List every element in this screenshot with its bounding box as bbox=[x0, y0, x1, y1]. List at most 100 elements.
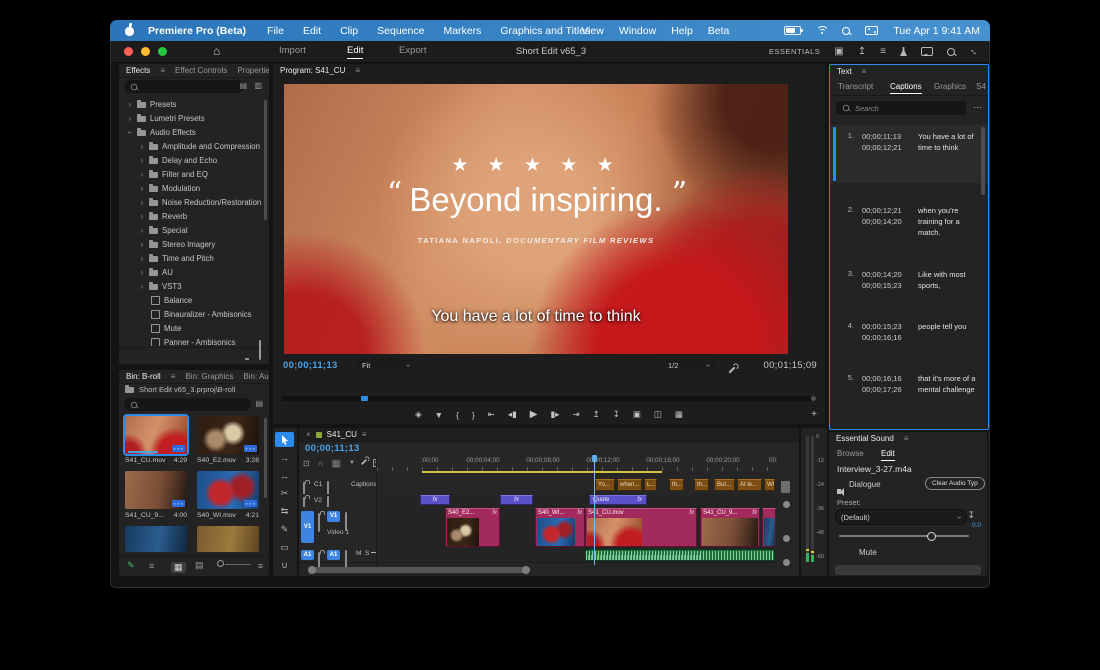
tree-item-panner-ambisonics[interactable]: Panner - Ambisonics bbox=[119, 336, 269, 346]
timeline-h-scrollbar[interactable] bbox=[309, 567, 529, 573]
go-to-in-icon[interactable]: ⇤ bbox=[488, 409, 495, 420]
play-icon[interactable]: ▶ bbox=[530, 409, 538, 420]
tree-item-balance[interactable]: Balance bbox=[119, 294, 269, 307]
menubar-clock[interactable]: Tue Apr 1 9:41 AM bbox=[893, 25, 980, 37]
button-editor-icon[interactable]: + bbox=[811, 409, 817, 420]
caption-clip[interactable]: But... bbox=[714, 479, 735, 491]
track-resize-handle[interactable] bbox=[783, 535, 790, 542]
tree-item-delay-echo[interactable]: ›Delay and Echo bbox=[119, 154, 269, 167]
track-v1[interactable]: S40_E2...fx S40_WI...fx S41_CU.movfx S41… bbox=[377, 507, 777, 549]
selection-tool[interactable] bbox=[275, 432, 294, 447]
menu-graphics-titles[interactable]: Graphics and Titles bbox=[500, 25, 590, 37]
thumbnail-view-icon[interactable]: ▦ bbox=[171, 562, 186, 573]
bin-item-s41-cu[interactable]: ▪ ▪ ▪ bbox=[125, 416, 187, 454]
caption-text[interactable]: when you’re training for a match. bbox=[918, 205, 976, 238]
solo-track-button[interactable]: S bbox=[365, 550, 369, 557]
control-center-icon[interactable] bbox=[865, 26, 878, 35]
scrollbar-handle-left[interactable] bbox=[308, 566, 316, 574]
step-back-icon[interactable]: ◂▮ bbox=[508, 409, 517, 420]
graphic-clip[interactable]: fx bbox=[500, 495, 533, 505]
caption-text[interactable]: Like with most sports, bbox=[918, 269, 976, 291]
delete-icon[interactable] bbox=[259, 342, 261, 360]
bin-scrollbar[interactable] bbox=[264, 418, 267, 498]
clip-name[interactable]: S40_WI.mov bbox=[197, 512, 236, 519]
new-search-bin-icon[interactable]: ▤ bbox=[255, 399, 263, 408]
tree-item-audio-effects[interactable]: ›Audio Effects bbox=[119, 126, 269, 139]
slip-tool[interactable]: ⇆ bbox=[275, 504, 294, 519]
home-icon[interactable]: ⌂ bbox=[213, 44, 220, 58]
video-clip-s41-cu-9[interactable]: S41_CU_9...fx bbox=[700, 508, 760, 547]
tab-browse[interactable]: Browse bbox=[837, 449, 864, 458]
panel-menu-icon[interactable]: ≡ bbox=[355, 66, 360, 75]
caption-row-1[interactable]: 1. 00;00;11;1300;00;12;21 You have a lot… bbox=[830, 125, 988, 183]
caption-row-2[interactable]: 2. 00;00;12;2100;00;14;20 when you’re tr… bbox=[830, 201, 988, 253]
tab-transcript[interactable]: Transcript bbox=[838, 82, 873, 91]
timeline-clip-area[interactable]: ;00;00 00;00;04;00 00;00;08;00 00;00;12;… bbox=[376, 455, 777, 565]
zoom-slider[interactable] bbox=[225, 564, 251, 566]
timeline-settings-icon[interactable] bbox=[363, 458, 365, 468]
menu-view[interactable]: View bbox=[581, 25, 604, 37]
tab-bin-broll[interactable]: Bin: B-roll bbox=[126, 372, 161, 381]
tab-sequence[interactable]: S41_CU bbox=[327, 430, 357, 439]
track-v2[interactable]: fx fx Quotefx bbox=[377, 494, 777, 508]
menu-sequence[interactable]: Sequence bbox=[377, 25, 424, 37]
spotlight-search-icon[interactable] bbox=[842, 27, 850, 35]
caption-timecodes[interactable]: 00;00;14;2000;00;15;23 bbox=[862, 269, 902, 291]
workspaces-icon[interactable]: ≡ bbox=[880, 47, 886, 57]
tree-item-stereo-imagery[interactable]: ›Stereo Imagery bbox=[119, 238, 269, 251]
menu-window[interactable]: Window bbox=[619, 25, 656, 37]
track-select-forward-tool[interactable]: → bbox=[275, 450, 294, 465]
captions-scrollbar[interactable] bbox=[981, 127, 985, 195]
caption-clip[interactable]: At le... bbox=[737, 479, 762, 491]
save-preset-icon[interactable]: ↧ bbox=[967, 510, 975, 521]
caption-clip[interactable]: when... bbox=[617, 479, 642, 491]
workspace-label[interactable]: ESSENTIALS bbox=[769, 47, 820, 56]
tab-edit[interactable]: Edit bbox=[347, 45, 363, 59]
playhead-line[interactable] bbox=[594, 455, 595, 565]
tree-item-filter-eq[interactable]: ›Filter and EQ bbox=[119, 168, 269, 181]
tree-item-reverb[interactable]: ›Reverb bbox=[119, 210, 269, 223]
fullscreen-icon[interactable]: ↔ bbox=[967, 44, 982, 59]
tab-program[interactable]: Program: S41_CU bbox=[280, 66, 345, 75]
clip-name[interactable]: S41_CU_9... bbox=[125, 512, 164, 519]
mute-track-button[interactable]: M bbox=[356, 550, 361, 557]
tree-item-amplitude[interactable]: ›Amplitude and Compression bbox=[119, 140, 269, 153]
tab-graphics[interactable]: Graphics bbox=[934, 82, 966, 91]
track-header-v1[interactable]: V1 V1 Video 1 bbox=[299, 507, 376, 549]
bin-item-s41-cu-9[interactable]: ▪ ▪ ▪ bbox=[125, 471, 187, 509]
app-menu[interactable]: Premiere Pro (Beta) bbox=[148, 25, 246, 37]
caption-text[interactable]: You have a lot of time to think bbox=[918, 131, 976, 153]
menu-markers[interactable]: Markers bbox=[443, 25, 481, 37]
menu-file[interactable]: File bbox=[267, 25, 284, 37]
caption-timecodes[interactable]: 00;00;12;2100;00;14;20 bbox=[862, 205, 902, 227]
scrollbar-handle-right[interactable] bbox=[522, 566, 530, 574]
caption-clip[interactable]: L... bbox=[644, 479, 657, 491]
captions-search-input[interactable]: Search bbox=[836, 101, 966, 115]
track-badge-v1[interactable]: V1 bbox=[327, 511, 340, 522]
tab-effects[interactable]: Effects bbox=[126, 66, 150, 75]
mark-in-icon[interactable]: { bbox=[456, 410, 459, 420]
tree-item-special[interactable]: ›Special bbox=[119, 224, 269, 237]
linked-selection-icon[interactable]: ▥ bbox=[331, 459, 341, 468]
pen-tool[interactable]: ✎ bbox=[275, 522, 294, 537]
video-clip-s40-wi[interactable]: S40_WI...fx bbox=[535, 508, 585, 547]
track-badge-a1[interactable]: A1 bbox=[327, 550, 340, 560]
track-resize-handle[interactable] bbox=[783, 501, 790, 508]
tree-item-mute[interactable]: Mute bbox=[119, 322, 269, 335]
tree-item-noise-reduction[interactable]: ›Noise Reduction/Restoration bbox=[119, 196, 269, 209]
tab-properties[interactable]: Propertie bbox=[237, 66, 269, 75]
clear-audio-type-button[interactable]: Clear Audio Typ bbox=[925, 477, 985, 490]
caption-row-5[interactable]: 5. 00;00;16;1600;00;17;26 that it’s more… bbox=[830, 369, 988, 421]
tab-export[interactable]: Export bbox=[399, 45, 426, 56]
scrub-zoom-handle[interactable] bbox=[811, 396, 816, 401]
settings-wrench-icon[interactable] bbox=[731, 361, 733, 379]
track-resize-handle[interactable] bbox=[783, 559, 790, 566]
caption-timecodes[interactable]: 00;00;11;1300;00;12;21 bbox=[862, 131, 902, 153]
caption-clip[interactable]: th... bbox=[694, 479, 709, 491]
tree-item-time-pitch[interactable]: ›Time and Pitch bbox=[119, 252, 269, 265]
program-timecode[interactable]: 00;00;11;13 bbox=[283, 360, 338, 371]
razor-tool[interactable]: ✂ bbox=[275, 486, 294, 501]
marker-icon[interactable]: ▼ bbox=[435, 410, 443, 420]
audio-clip-interview[interactable] bbox=[585, 549, 775, 561]
graphic-clip[interactable]: fx bbox=[420, 495, 450, 505]
